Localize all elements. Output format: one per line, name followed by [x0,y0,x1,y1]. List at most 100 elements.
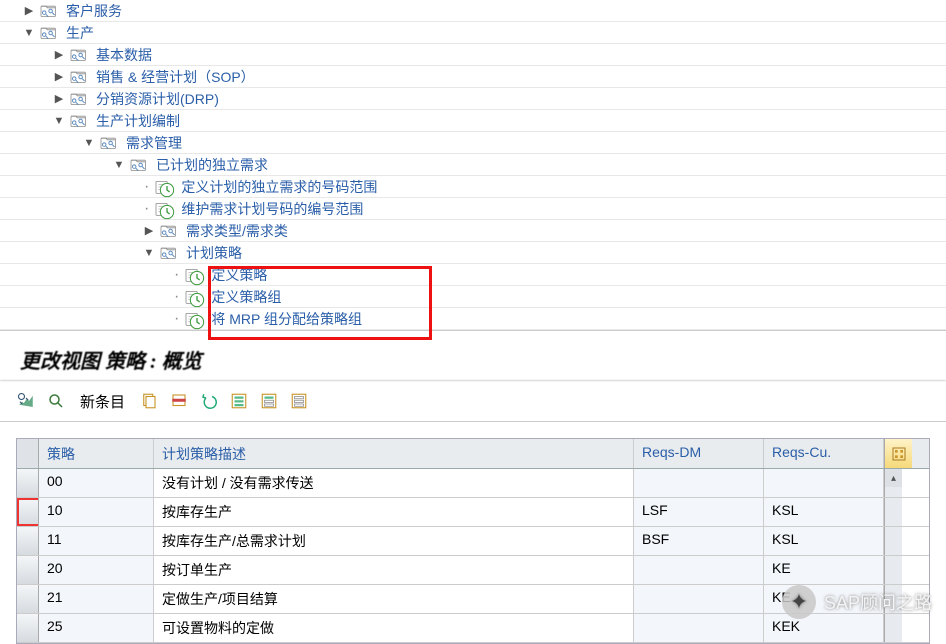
table-row[interactable]: 25可设置物料的定做 KEK [17,614,929,643]
undo-button[interactable] [197,389,221,413]
cell-strategy-code[interactable]: 11 [39,527,154,555]
vertical-scrollbar[interactable] [884,498,902,526]
tree-item-label[interactable]: 分销资源计划(DRP) [96,89,219,109]
tree-item[interactable]: ▼ 生产 [0,22,946,44]
cell-description[interactable]: 可设置物料的定做 [154,614,634,642]
row-selector[interactable] [17,527,39,555]
col-header-strategy[interactable]: 策略 [39,439,154,468]
tree-item[interactable]: ▶ 客户服务 [0,0,946,22]
tree-item-label[interactable]: 维护需求计划号码的编号范围 [181,199,363,219]
vertical-scrollbar[interactable]: ▴ [884,469,902,497]
delete-button[interactable] [167,389,191,413]
cell-reqs-dm[interactable] [634,585,764,613]
cell-description[interactable]: 没有计划 / 没有需求传送 [154,469,634,497]
cell-reqs-dm[interactable]: BSF [634,527,764,555]
row-selector[interactable] [17,614,39,642]
tree-item[interactable]: ·定义计划的独立需求的号码范围 [0,176,946,198]
cell-strategy-code[interactable]: 10 [39,498,154,526]
tree-item-label[interactable]: 销售 & 经营计划（SOP） [96,67,255,87]
new-entries-button[interactable]: 新条目 [74,389,131,413]
toggle-display-change-button[interactable] [14,389,38,413]
tree-item-label[interactable]: 基本数据 [96,45,152,65]
tree-item-label[interactable]: 客户服务 [66,1,122,21]
cell-description[interactable]: 按库存生产/总需求计划 [154,527,634,555]
tree-item[interactable]: ·维护需求计划号码的编号范围 [0,198,946,220]
row-selector[interactable] [17,556,39,584]
row-selector[interactable] [17,498,39,526]
table-row[interactable]: 10按库存生产LSFKSL [17,498,929,527]
tree-item[interactable]: ▼ 需求管理 [0,132,946,154]
cell-reqs-cu[interactable]: KE [764,556,884,584]
cell-strategy-code[interactable]: 20 [39,556,154,584]
tree-item-label[interactable]: 定义计划的独立需求的号码范围 [181,177,377,197]
leaf-bullet: · [170,288,183,306]
cell-description[interactable]: 按库存生产 [154,498,634,526]
table-row[interactable]: 00没有计划 / 没有需求传送 ▴ [17,469,929,498]
expand-toggle[interactable]: ▶ [140,224,158,237]
tree-item[interactable]: ·定义策略 [0,264,946,286]
tree-item-label[interactable]: 需求类型/需求类 [186,221,288,241]
vertical-scrollbar[interactable] [884,585,902,613]
tree-item[interactable]: ▼ 计划策略 [0,242,946,264]
tree-item-label[interactable]: 将 MRP 组分配给策略组 [211,309,362,329]
cell-strategy-code[interactable]: 25 [39,614,154,642]
expand-toggle[interactable]: ▼ [50,115,68,127]
cell-description[interactable]: 定做生产/项目结算 [154,585,634,613]
cell-strategy-code[interactable]: 21 [39,585,154,613]
row-selector[interactable] [17,469,39,497]
tree-item-label[interactable]: 需求管理 [126,133,182,153]
vertical-scrollbar[interactable] [884,556,902,584]
table-settings-button[interactable] [884,439,912,468]
col-header-reqs-dm[interactable]: Reqs-DM [634,439,764,468]
cell-reqs-cu[interactable]: KSL [764,527,884,555]
tree-item-label[interactable]: 生产 [66,23,94,43]
cell-reqs-cu[interactable]: KEK [764,614,884,642]
tree-item[interactable]: · 定义策略组 [0,286,946,308]
cell-reqs-dm[interactable]: LSF [634,498,764,526]
scroll-up-button[interactable]: ▴ [885,469,902,487]
expand-toggle[interactable]: ▼ [20,27,38,39]
strategy-table: 策略 计划策略描述 Reqs-DM Reqs-Cu. 00没有计划 / 没有需求… [16,438,930,644]
tree-item-label[interactable]: 计划策略 [186,243,242,263]
cell-reqs-dm[interactable] [634,556,764,584]
row-selector-header[interactable] [17,439,39,468]
expand-toggle[interactable]: ▼ [110,159,128,171]
table-row[interactable]: 20按订单生产 KE [17,556,929,585]
tree-item[interactable]: ·将 MRP 组分配给策略组 [0,308,946,330]
col-header-description[interactable]: 计划策略描述 [154,439,634,468]
expand-toggle[interactable]: ▶ [20,4,38,17]
row-selector[interactable] [17,585,39,613]
expand-toggle[interactable]: ▶ [50,92,68,105]
expand-toggle[interactable]: ▼ [140,247,158,259]
col-header-reqs-cu[interactable]: Reqs-Cu. [764,439,884,468]
tree-item[interactable]: ▼ 生产计划编制 [0,110,946,132]
deselect-all-button[interactable] [287,389,311,413]
details-button[interactable] [44,389,68,413]
tree-item-label[interactable]: 定义策略 [211,265,267,285]
cell-reqs-cu[interactable]: KSL [764,498,884,526]
table-row[interactable]: 11按库存生产/总需求计划BSFKSL [17,527,929,556]
expand-toggle[interactable]: ▼ [80,137,98,149]
tree-item[interactable]: ▶ 需求类型/需求类 [0,220,946,242]
table-row[interactable]: 21定做生产/项目结算 KE [17,585,929,614]
select-block-button[interactable] [257,389,281,413]
cell-reqs-dm[interactable] [634,614,764,642]
cell-description[interactable]: 按订单生产 [154,556,634,584]
tree-item-label[interactable]: 已计划的独立需求 [156,155,268,175]
tree-item-label[interactable]: 定义策略组 [211,287,281,307]
tree-item-label[interactable]: 生产计划编制 [96,111,180,131]
cell-strategy-code[interactable]: 00 [39,469,154,497]
cell-reqs-dm[interactable] [634,469,764,497]
cell-reqs-cu[interactable] [764,469,884,497]
tree-item[interactable]: ▼ 已计划的独立需求 [0,154,946,176]
tree-item[interactable]: ▶ 分销资源计划(DRP) [0,88,946,110]
copy-as-button[interactable] [137,389,161,413]
tree-item[interactable]: ▶ 基本数据 [0,44,946,66]
tree-item[interactable]: ▶ 销售 & 经营计划（SOP） [0,66,946,88]
cell-reqs-cu[interactable]: KE [764,585,884,613]
vertical-scrollbar[interactable] [884,527,902,555]
select-all-button[interactable] [227,389,251,413]
vertical-scrollbar[interactable] [884,614,902,642]
expand-toggle[interactable]: ▶ [50,48,68,61]
expand-toggle[interactable]: ▶ [50,70,68,83]
